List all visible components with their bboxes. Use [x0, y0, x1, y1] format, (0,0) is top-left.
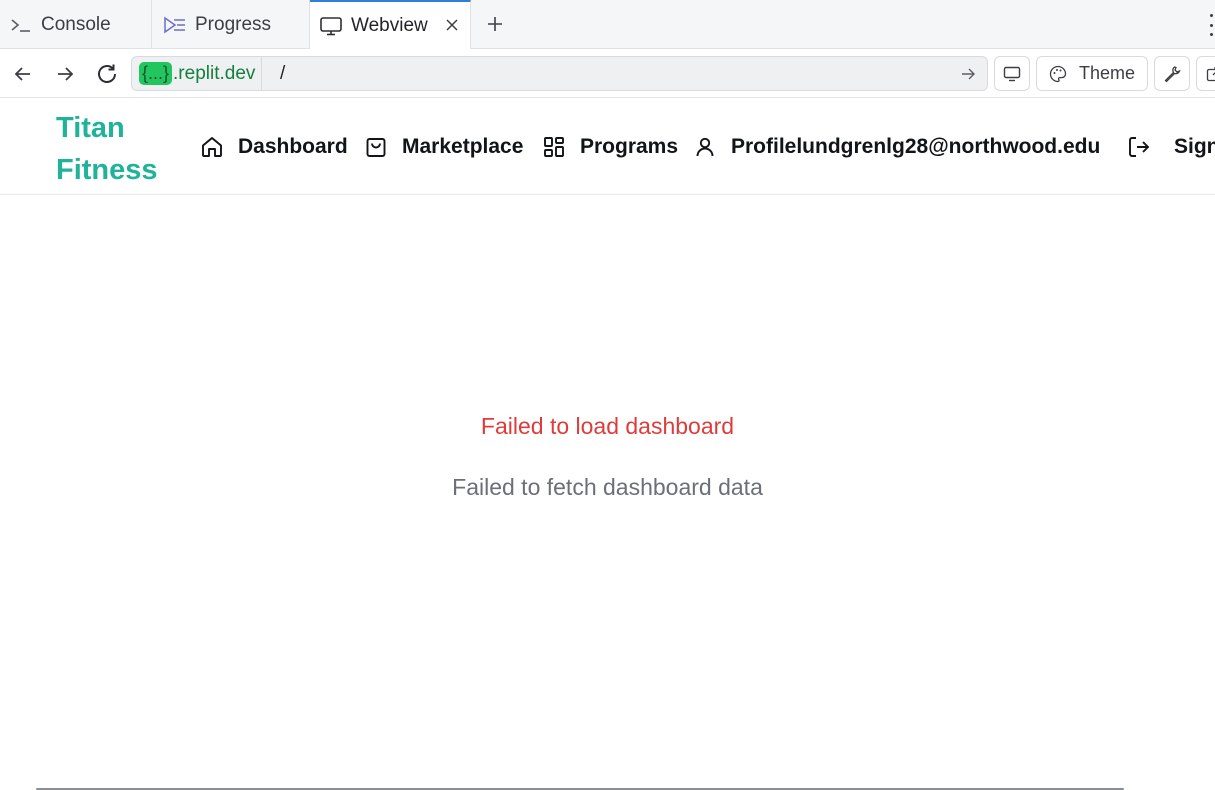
tab-progress[interactable]: Progress	[152, 0, 310, 49]
url-path[interactable]: /	[280, 63, 285, 85]
ide-tab-bar: Console Progress Webview	[0, 0, 1215, 50]
theme-button-label: Theme	[1079, 63, 1136, 83]
nav-programs[interactable]: Programs	[541, 132, 678, 162]
domain-suffix: .replit.dev	[173, 62, 256, 84]
tab-console[interactable]: Console	[0, 0, 152, 49]
palette-icon	[1049, 65, 1067, 82]
tab-progress-label: Progress	[195, 13, 272, 35]
nav-sign-out[interactable]: Sign	[1126, 132, 1215, 162]
monitor-icon	[1003, 66, 1021, 81]
brand-logo[interactable]: Titan Fitness	[56, 107, 176, 191]
tab-webview-label: Webview	[351, 15, 428, 36]
user-icon	[692, 134, 718, 160]
nav-profile-label: Profilelundgrenlg28@northwood.edu	[731, 135, 1101, 158]
nav-profile[interactable]: Profilelundgrenlg28@northwood.edu	[692, 132, 1100, 162]
tab-console-label: Console	[41, 13, 111, 35]
error-message: Failed to fetch dashboard data	[452, 474, 763, 500]
open-new-window-button[interactable]	[1196, 56, 1215, 91]
reload-button[interactable]	[92, 59, 122, 89]
nav-marketplace[interactable]: Marketplace	[363, 132, 523, 162]
wrench-icon	[1164, 65, 1181, 82]
nav-sign-out-label: Sign	[1174, 135, 1215, 158]
back-button[interactable]	[8, 59, 38, 89]
nav-dashboard[interactable]: Dashboard	[199, 132, 348, 162]
log-out-icon	[1126, 134, 1152, 160]
nav-marketplace-label: Marketplace	[402, 135, 524, 158]
grid-icon	[541, 134, 567, 160]
app-header: Titan Fitness Dashboard Marketplace Prog…	[0, 98, 1215, 195]
terminal-icon	[9, 13, 33, 37]
new-tab-button[interactable]	[483, 12, 507, 36]
progress-icon	[163, 13, 187, 37]
dashboard-content: Failed to load dashboard Failed to fetch…	[0, 196, 1215, 790]
close-tab-icon[interactable]	[442, 15, 462, 35]
monitor-icon	[319, 14, 343, 38]
dev-domain: {...} .replit.dev	[132, 57, 263, 90]
horizontal-scrollbar[interactable]	[0, 784, 1215, 790]
nav-dashboard-label: Dashboard	[238, 135, 348, 158]
forward-button[interactable]	[50, 59, 80, 89]
brand-line-2: Fitness	[56, 154, 158, 186]
brand-line-1: Titan	[56, 112, 125, 144]
url-field[interactable]: {...} .replit.dev /	[131, 56, 988, 91]
go-arrow-icon[interactable]	[958, 64, 978, 84]
home-icon	[199, 134, 225, 160]
tab-webview[interactable]: Webview	[310, 0, 471, 50]
devtools-button[interactable]	[1154, 56, 1190, 91]
domain-badge: {...}	[139, 62, 173, 85]
device-preview-button[interactable]	[994, 56, 1030, 91]
error-title: Failed to load dashboard	[480, 413, 735, 439]
webview-address-bar: {...} .replit.dev / Theme	[0, 49, 1215, 98]
more-options-icon[interactable]	[1207, 14, 1215, 36]
reload-icon	[98, 64, 116, 83]
nav-programs-label: Programs	[580, 135, 679, 158]
arrow-right-icon	[58, 67, 74, 81]
shopping-bag-icon	[363, 134, 389, 160]
external-link-icon	[1206, 66, 1215, 81]
plus-icon	[488, 17, 502, 31]
theme-button[interactable]: Theme	[1036, 56, 1148, 91]
arrow-left-icon	[14, 67, 30, 81]
